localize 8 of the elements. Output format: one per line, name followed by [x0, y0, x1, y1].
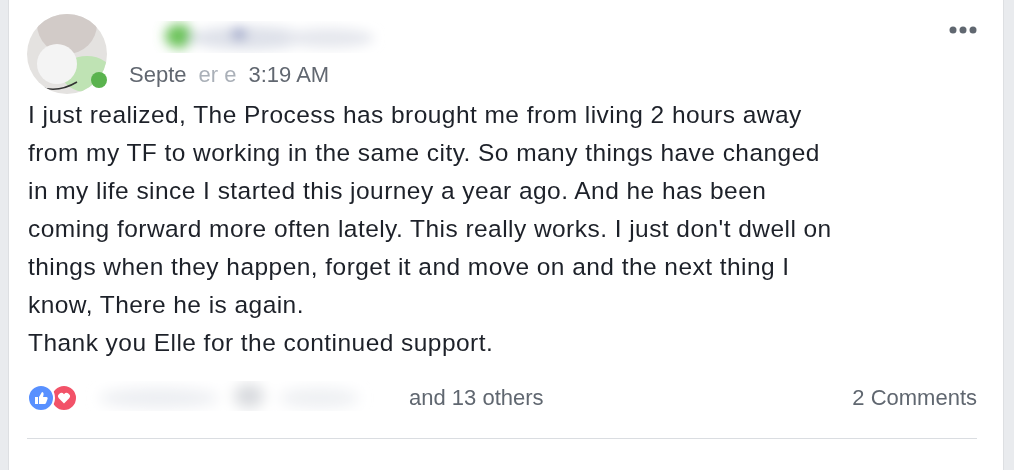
comments-link[interactable]: 2 Comments [852, 385, 977, 411]
more-options-icon[interactable] [949, 26, 977, 34]
post-text: Thank you Elle for the continued support. [28, 328, 495, 358]
post-text: I just realized, The Process has brought me from living 2 hours away from my TF to working in the same city. So many things have changed in my life since I started this journey a year ago. And he has been coming forward more often lately. This really works. I just don't dwell on things when they happen, forget it and move on and the next thing I know, There he is again. [28, 100, 833, 320]
timestamp[interactable]: Septe [129, 62, 187, 88]
like-icon[interactable] [27, 384, 55, 412]
timestamp[interactable]: 3:19 AM [248, 62, 330, 88]
reactions-count[interactable]: and 13 others [409, 385, 544, 411]
